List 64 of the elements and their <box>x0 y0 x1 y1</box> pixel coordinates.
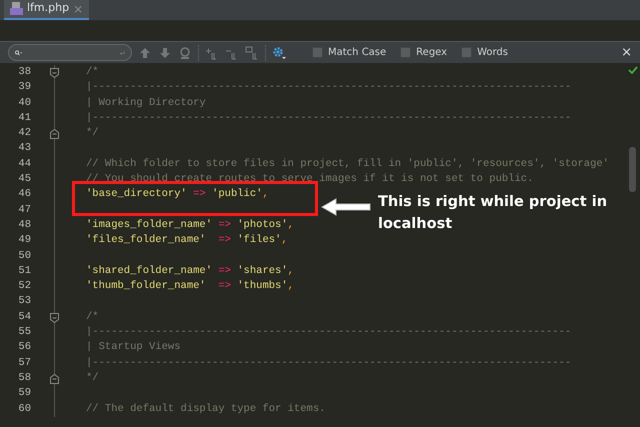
code-line: |---------------------------------------------------------------------------- <box>85 110 572 126</box>
fold-marker-icon[interactable] <box>50 129 59 140</box>
fold-marker-icon[interactable] <box>50 68 59 78</box>
down-arrow-icon[interactable] <box>158 46 172 60</box>
line-number: 48 <box>17 218 31 233</box>
line-number: 53 <box>17 294 31 310</box>
enter-icon <box>120 48 125 56</box>
code-line: | Working Directory <box>85 96 206 111</box>
line-number: 38 <box>17 65 31 80</box>
code-line: // The default display type for items. <box>85 402 326 417</box>
up-arrow-icon[interactable] <box>138 46 152 60</box>
line-number: 59 <box>17 386 31 402</box>
line-number: 47 <box>17 202 31 218</box>
close-button[interactable]: × <box>621 42 632 62</box>
line-number: 40 <box>17 96 31 111</box>
code-line: */ <box>85 370 99 386</box>
line-number: 41 <box>17 110 31 126</box>
code-line: 'shared_folder_name' => 'shares', <box>85 264 294 279</box>
fold-marker-icon[interactable] <box>50 374 59 384</box>
line-number: 42 <box>17 126 31 142</box>
code-line: */ <box>85 126 99 142</box>
code-line: |---------------------------------------------------------------------------- <box>85 356 572 371</box>
line-number: 51 <box>17 264 31 279</box>
settings-icon[interactable] <box>272 46 286 60</box>
php-file-icon <box>10 2 23 15</box>
option-checkbox[interactable]: Regex <box>400 45 448 60</box>
search-field[interactable] <box>8 44 132 61</box>
code-line: /* <box>85 310 99 325</box>
code-line: 'thumb_folder_name' => 'thumbs', <box>85 279 294 294</box>
line-number: 57 <box>17 356 31 371</box>
line-number: 55 <box>17 325 31 340</box>
fold-marker-icon[interactable] <box>50 312 59 323</box>
search-icon <box>15 48 22 58</box>
line-number: 56 <box>17 340 31 356</box>
left-arrow-icon <box>320 197 372 217</box>
code-line: | Startup Views <box>85 340 181 356</box>
code-line: |---------------------------------------------------------------------------- <box>85 80 572 96</box>
line-number: 46 <box>17 187 31 202</box>
code-line: 'images_folder_name' => 'photos', <box>85 218 294 233</box>
code-line: 'base_directory' => 'public', <box>85 187 269 202</box>
line-number: 52 <box>17 279 31 294</box>
line-number: 44 <box>17 156 31 172</box>
line-number: 39 <box>17 80 31 96</box>
option-checkbox[interactable]: Match Case <box>312 45 386 60</box>
code-line: /* <box>85 65 99 80</box>
scrollbar-thumb[interactable] <box>629 147 636 192</box>
check-icon <box>628 66 638 74</box>
code-line: // Which folder to store files in project, fill in 'public', 'resources', 'storage' <box>85 156 609 172</box>
line-number: 60 <box>17 402 31 417</box>
select-all-occurrences-icon[interactable] <box>245 46 259 60</box>
annotation-text: This is right while project in localhost <box>378 193 608 234</box>
line-number: 43 <box>17 141 31 156</box>
line-number: 45 <box>17 172 31 188</box>
line-number: 50 <box>17 248 31 264</box>
code-line: |---------------------------------------------------------------------------- <box>85 325 572 340</box>
option-checkbox[interactable]: Words <box>461 45 508 60</box>
add-occurrence-icon[interactable] <box>205 46 219 60</box>
file-tab[interactable]: lfm.php × <box>4 0 90 20</box>
line-number: 49 <box>17 233 31 248</box>
code-line: // You should create routes to serve images if it is not set to public. <box>85 172 534 188</box>
code-line: 'files_folder_name' => 'files', <box>85 233 288 248</box>
find-icon[interactable] <box>178 46 192 60</box>
line-number: 54 <box>17 310 31 325</box>
line-number: 58 <box>17 370 31 386</box>
